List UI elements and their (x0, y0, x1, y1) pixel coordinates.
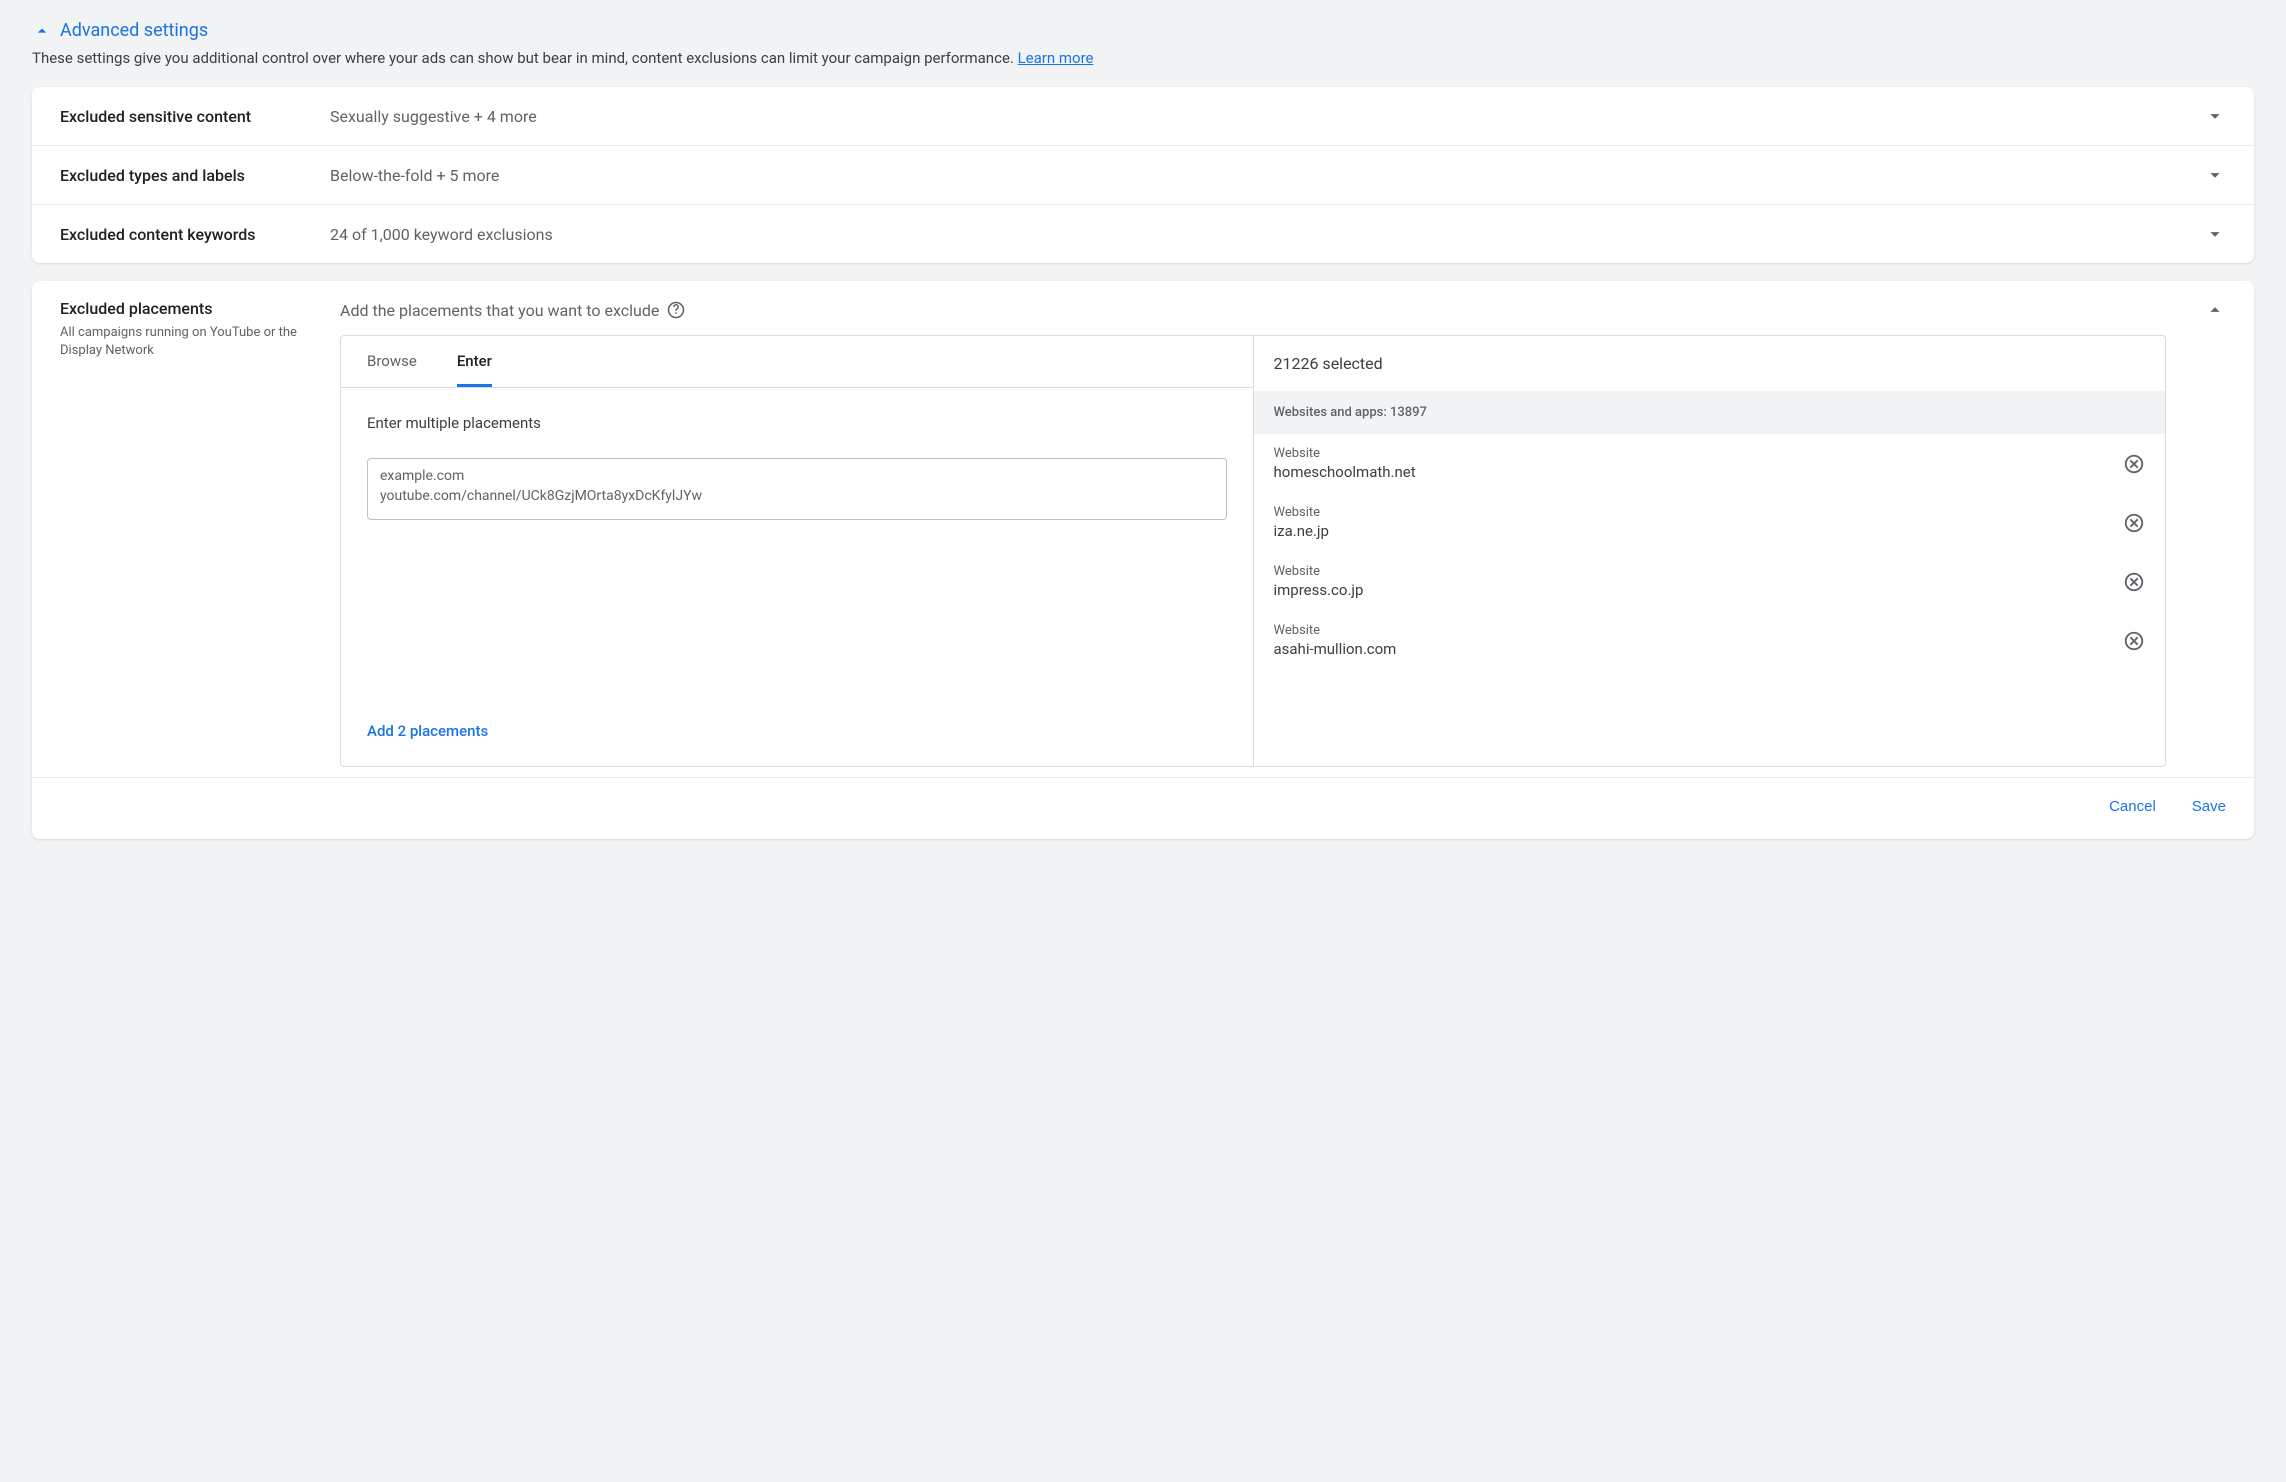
item-url: iza.ne.jp (1274, 522, 2124, 540)
add-placements-button[interactable]: Add 2 placements (367, 722, 1227, 740)
placements-instruction: Add the placements that you want to excl… (340, 301, 659, 320)
selected-count: 21226 selected (1254, 336, 2166, 391)
enter-multiple-label: Enter multiple placements (367, 414, 1227, 432)
row-value: Sexually suggestive + 4 more (330, 107, 2204, 126)
item-url: impress.co.jp (1274, 581, 2124, 599)
item-url: homeschoolmath.net (1274, 463, 2124, 481)
excluded-placements-panel: Excluded placements All campaigns runnin… (32, 281, 2254, 839)
row-value: 24 of 1,000 keyword exclusions (330, 225, 2204, 244)
excluded-content-keywords-row[interactable]: Excluded content keywords 24 of 1,000 ke… (32, 205, 2254, 263)
list-item: Website asahi-mullion.com (1254, 611, 2166, 670)
list-item: Website homeschoolmath.net (1254, 434, 2166, 493)
chevron-up-icon[interactable] (2204, 299, 2226, 321)
remove-icon[interactable] (2123, 512, 2145, 534)
placements-title: Excluded placements (60, 299, 330, 318)
save-button[interactable]: Save (2192, 798, 2226, 815)
help-icon[interactable] (667, 301, 685, 319)
selected-placements-pane: 21226 selected Websites and apps: 13897 … (1254, 336, 2166, 766)
remove-icon[interactable] (2123, 453, 2145, 475)
chevron-down-icon (2204, 105, 2226, 127)
advanced-settings-toggle[interactable]: Advanced settings (32, 20, 2254, 41)
remove-icon[interactable] (2123, 571, 2145, 593)
learn-more-link[interactable]: Learn more (1018, 49, 1094, 67)
placements-textarea[interactable]: example.comyoutube.com/channel/UCk8GzjMO… (367, 458, 1227, 520)
chevron-up-icon (32, 21, 52, 41)
row-label: Excluded content keywords (60, 225, 330, 244)
excluded-sensitive-content-row[interactable]: Excluded sensitive content Sexually sugg… (32, 87, 2254, 146)
selected-list[interactable]: Website homeschoolmath.net Website iza.ne.j… (1254, 434, 2166, 766)
tab-enter[interactable]: Enter (457, 352, 492, 387)
row-label: Excluded sensitive content (60, 107, 330, 126)
advanced-settings-title: Advanced settings (60, 20, 208, 41)
item-type-label: Website (1274, 446, 2124, 461)
item-url: asahi-mullion.com (1274, 640, 2124, 658)
cancel-button[interactable]: Cancel (2109, 798, 2156, 815)
item-type-label: Website (1274, 564, 2124, 579)
list-item: Website iza.ne.jp (1254, 493, 2166, 552)
row-label: Excluded types and labels (60, 166, 330, 185)
row-value: Below-the-fold + 5 more (330, 166, 2204, 185)
placements-entry-pane: Browse Enter Enter multiple placements e… (341, 336, 1254, 766)
advanced-settings-subtitle: These settings give you additional contr… (32, 49, 2254, 67)
tab-browse[interactable]: Browse (367, 352, 417, 387)
item-type-label: Website (1274, 505, 2124, 520)
exclusion-rows: Excluded sensitive content Sexually sugg… (32, 87, 2254, 263)
chevron-down-icon (2204, 164, 2226, 186)
chevron-down-icon (2204, 223, 2226, 245)
excluded-types-labels-row[interactable]: Excluded types and labels Below-the-fold… (32, 146, 2254, 205)
placements-subtitle: All campaigns running on YouTube or the … (60, 324, 330, 360)
list-item: Website impress.co.jp (1254, 552, 2166, 611)
remove-icon[interactable] (2123, 630, 2145, 652)
websites-apps-group-header: Websites and apps: 13897 (1254, 391, 2166, 434)
item-type-label: Website (1274, 623, 2124, 638)
